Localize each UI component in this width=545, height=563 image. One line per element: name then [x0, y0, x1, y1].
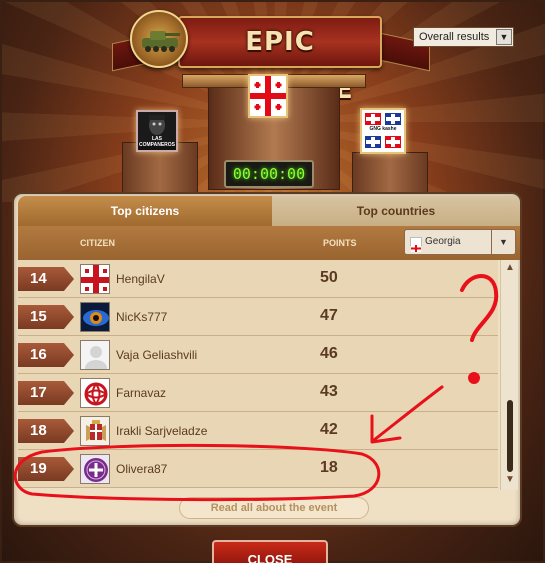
list-scrollbar[interactable]: ▲ ▼: [500, 260, 518, 490]
table-row[interactable]: 15 NicKs777 47: [18, 298, 498, 336]
unit-emblem-right-icon: GNG kashe: [360, 108, 406, 154]
rank-badge: 17: [18, 381, 74, 405]
table-row[interactable]: 17 Farnavaz 43: [18, 374, 498, 412]
table-row[interactable]: 14 HengilaV 50: [18, 260, 498, 298]
table-row[interactable]: 18 Irakli Sarjveladze 42: [18, 412, 498, 450]
citizen-list: 14 HengilaV 50 15 NicKs777 47 16 Vaja Ge…: [18, 260, 498, 490]
citizen-points: 47: [320, 307, 338, 324]
avatar[interactable]: [80, 340, 110, 370]
tab-top-countries[interactable]: Top countries: [272, 196, 520, 226]
citizen-name[interactable]: Irakli Sarjveladze: [116, 424, 207, 438]
event-window: EPIC WARFARE Overall results ▼: [0, 0, 545, 563]
citizen-name[interactable]: Olivera87: [116, 462, 167, 476]
tank-emblem-icon: [130, 10, 188, 68]
rank-badge: 18: [18, 419, 74, 443]
citizen-points: 50: [320, 269, 338, 286]
rank-badge: 16: [18, 343, 74, 367]
avatar[interactable]: [80, 378, 110, 408]
country-filter-dropdown[interactable]: Georgia ▼: [404, 229, 516, 255]
results-filter-value: Overall results: [419, 31, 490, 43]
event-title: EPIC WARFARE: [178, 16, 382, 105]
rank-badge: 14: [18, 267, 74, 291]
table-row[interactable]: 16 Vaja Geliashvili 46: [18, 336, 498, 374]
rank-badge: 15: [18, 305, 74, 329]
chevron-down-icon[interactable]: ▼: [496, 29, 512, 45]
citizen-name[interactable]: Vaja Geliashvili: [116, 348, 197, 362]
citizen-name[interactable]: NicKs777: [116, 310, 167, 324]
avatar[interactable]: [80, 264, 110, 294]
tab-top-citizens[interactable]: Top citizens: [18, 196, 272, 226]
citizen-points: 43: [320, 383, 338, 400]
chevron-up-icon[interactable]: ▲: [501, 262, 519, 276]
citizen-points: 46: [320, 345, 338, 362]
georgia-flag-icon: [410, 237, 422, 252]
country-filter-value: Georgia: [425, 236, 461, 247]
scroll-thumb[interactable]: [507, 400, 513, 472]
citizen-points: 42: [320, 421, 338, 438]
unit-right-caption: GNG kashe: [369, 126, 397, 132]
close-button[interactable]: CLOSE: [212, 540, 328, 563]
avatar[interactable]: [80, 454, 110, 484]
unit-emblem-left-icon: LAS COMPANEROS: [136, 110, 178, 152]
ranking-panel: Top citizens Top countries CITIZEN POINT…: [12, 192, 522, 527]
chevron-down-icon[interactable]: ▼: [501, 474, 519, 488]
read-more-link[interactable]: Read all about the event: [179, 497, 369, 519]
column-header-points: POINTS: [323, 238, 357, 248]
avatar[interactable]: [80, 302, 110, 332]
citizen-name[interactable]: Farnavaz: [116, 386, 166, 400]
podium-right: [352, 152, 428, 194]
chevron-down-icon[interactable]: ▼: [491, 230, 515, 254]
citizen-points: 18: [320, 459, 338, 476]
georgia-flag-icon: [248, 74, 288, 118]
rank-badge: 19: [18, 457, 74, 481]
unit-left-caption: LAS COMPANEROS: [138, 136, 176, 148]
avatar[interactable]: [80, 416, 110, 446]
table-header: CITIZEN POINTS Georgia ▼: [18, 226, 520, 260]
column-header-citizen: CITIZEN: [80, 238, 115, 248]
event-timer: 00:00:00: [224, 160, 314, 188]
citizen-name[interactable]: HengilaV: [116, 272, 165, 286]
table-row[interactable]: 19 Olivera87 18: [18, 450, 498, 488]
results-filter-dropdown[interactable]: Overall results ▼: [413, 27, 514, 47]
